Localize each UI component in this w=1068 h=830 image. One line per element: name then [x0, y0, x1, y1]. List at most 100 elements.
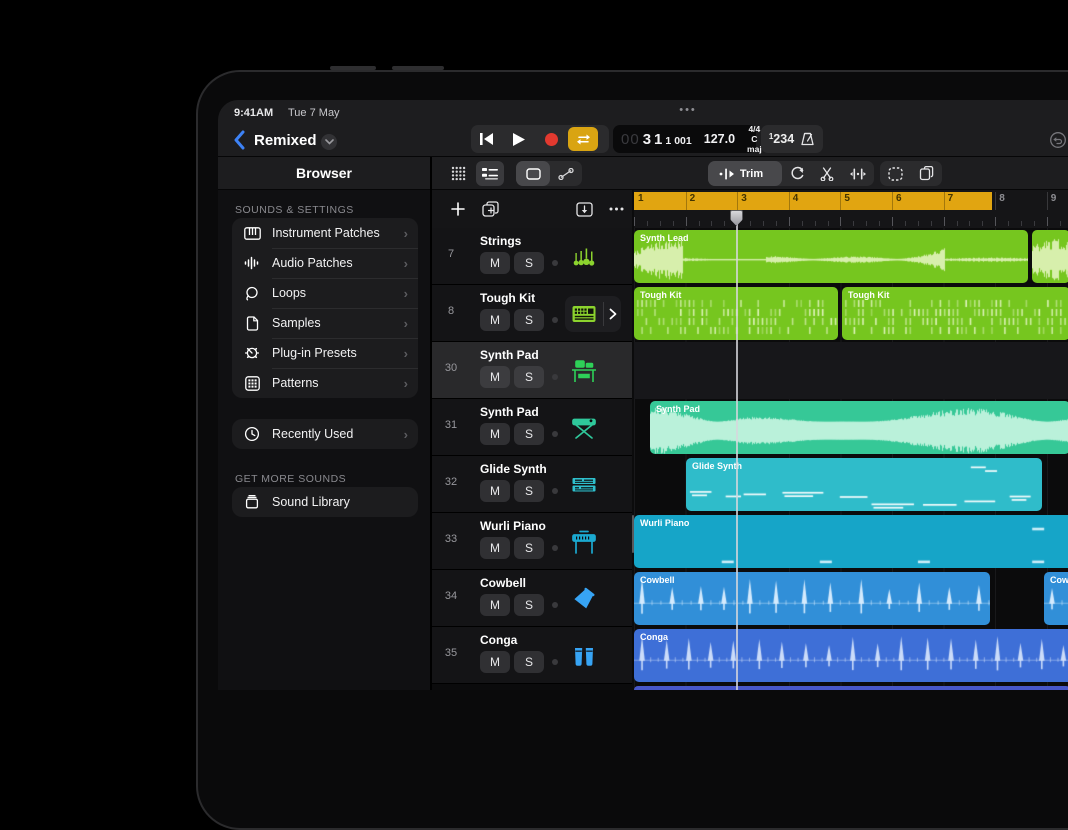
sidebar-item-sound-library[interactable]: Sound Library — [232, 487, 418, 517]
chevron-right-icon: › — [404, 427, 408, 442]
paste-button[interactable] — [911, 161, 942, 186]
track-import-button[interactable] — [572, 198, 596, 220]
tracks-view-button[interactable] — [476, 161, 504, 186]
back-icon[interactable] — [232, 130, 248, 150]
sidebar-item-patterns[interactable]: Patterns › — [232, 368, 418, 398]
track-scrollbar[interactable] — [632, 515, 634, 553]
record-enable-dot[interactable] — [552, 260, 558, 266]
mute-button[interactable]: M — [480, 594, 510, 616]
trim-button[interactable]: Trim — [708, 161, 782, 186]
track-name: Synth Pad — [480, 348, 539, 362]
solo-button[interactable]: S — [514, 366, 544, 388]
ipad-screen: 9:41AM Tue 7 May ••• Remixed — [196, 70, 1068, 690]
stretch-button[interactable] — [842, 161, 874, 186]
bar-separator — [1047, 192, 1048, 210]
browser-sidebar: Browser SOUNDS & SETTINGS Instrument Pat… — [218, 157, 430, 690]
track-header-cowbell[interactable]: 34 Cowbell M S — [432, 570, 632, 627]
track-header-strings[interactable]: 7 Strings M S — [432, 228, 632, 285]
bar-number: 2 — [690, 193, 696, 204]
track-number: 32 — [432, 476, 470, 488]
loop-button[interactable] — [782, 161, 812, 186]
skip-to-start-icon — [480, 133, 494, 145]
mute-button[interactable]: M — [480, 366, 510, 388]
mute-button[interactable]: M — [480, 480, 510, 502]
record-enable-dot[interactable] — [552, 488, 558, 494]
play-button[interactable] — [503, 125, 535, 153]
cycle-button[interactable] — [568, 127, 598, 151]
grid-view-button[interactable] — [444, 161, 472, 186]
region-tough-kit-2[interactable]: Tough Kit — [842, 287, 1068, 340]
chevron-down-icon — [325, 139, 334, 145]
next-track-region-partial — [634, 686, 1068, 690]
automation-tool-button[interactable] — [550, 161, 582, 186]
multitask-indicator[interactable]: ••• — [668, 104, 708, 116]
background: 9:41AM Tue 7 May ••• Remixed — [0, 0, 1068, 690]
record-enable-dot[interactable] — [552, 317, 558, 323]
track-header-wurli-piano[interactable]: 33 Wurli Piano M S — [432, 513, 632, 570]
track-header-conga[interactable]: 35 Conga M S — [432, 627, 632, 684]
region-cowbell-2[interactable]: Cowbell — [1044, 572, 1068, 625]
chevron-right-icon: › — [404, 376, 408, 391]
bar-number: 6 — [896, 193, 902, 204]
solo-button[interactable]: S — [514, 651, 544, 673]
track-header-glide-synth[interactable]: 32 Glide Synth M S — [432, 456, 632, 513]
record-button[interactable] — [535, 125, 567, 153]
go-to-beginning-button[interactable] — [471, 125, 503, 153]
sidebar-item-samples[interactable]: Samples › — [232, 308, 418, 338]
region-synth-lead-2[interactable] — [1032, 230, 1068, 283]
track-header-synth-pad-31[interactable]: 31 Synth Pad M S — [432, 399, 632, 456]
time-signature: 4/4 — [747, 124, 762, 134]
cycle-range[interactable] — [634, 192, 992, 210]
mute-button[interactable]: M — [480, 537, 510, 559]
region-glide-synth[interactable]: Glide Synth — [686, 458, 1042, 511]
mute-button[interactable]: M — [480, 252, 510, 274]
split-button[interactable] — [812, 161, 842, 186]
record-enable-dot[interactable] — [552, 659, 558, 665]
bar-ruler[interactable]: 123456789 — [634, 190, 1068, 228]
sidebar-item-recently-used[interactable]: Recently Used › — [232, 419, 418, 449]
multi-select-button[interactable] — [880, 161, 911, 186]
playhead[interactable] — [736, 210, 738, 690]
bar-number: 1 — [638, 193, 644, 204]
sidebar-item-plugin-presets[interactable]: Plug-in Presets › — [232, 338, 418, 368]
solo-button[interactable]: S — [514, 537, 544, 559]
selected-track-lane — [634, 342, 1068, 399]
solo-button[interactable]: S — [514, 309, 544, 331]
sidebar-item-instrument-patches[interactable]: Instrument Patches › — [232, 218, 418, 248]
project-menu-button[interactable] — [321, 134, 337, 150]
count-in-button[interactable]: 234 — [773, 132, 794, 146]
expand-track-button[interactable] — [604, 308, 621, 320]
sidebar-item-loops[interactable]: Loops › — [232, 278, 418, 308]
solo-button[interactable]: S — [514, 594, 544, 616]
solo-button[interactable]: S — [514, 480, 544, 502]
count-in-button[interactable]: 1 — [769, 132, 773, 141]
arrange-area: Trim — [430, 157, 1068, 690]
region-conga[interactable]: Conga — [634, 629, 1068, 682]
track-header-synth-pad-30[interactable]: 30 Synth Pad M S — [432, 342, 632, 399]
mute-button[interactable]: M — [480, 651, 510, 673]
record-enable-dot[interactable] — [552, 602, 558, 608]
project-title[interactable]: Remixed — [254, 132, 317, 149]
marquee-tool-button[interactable] — [516, 161, 550, 186]
metronome-icon[interactable] — [800, 132, 815, 146]
region-wurli-piano[interactable]: Wurli Piano — [634, 515, 1068, 568]
track-number: 31 — [432, 419, 470, 431]
mute-button[interactable]: M — [480, 309, 510, 331]
region-cowbell-1[interactable]: Cowbell — [634, 572, 990, 625]
add-track-button[interactable] — [446, 198, 470, 220]
region-synth-pad[interactable]: Synth Pad — [650, 401, 1068, 454]
sidebar-item-audio-patches[interactable]: Audio Patches › — [232, 248, 418, 278]
lcd-display[interactable]: 00 3 1 1 001 127.0 4/4 C maj — [613, 125, 756, 153]
duplicate-track-button[interactable] — [478, 198, 502, 220]
region-synth-lead[interactable]: Synth Lead — [634, 230, 1028, 283]
track-header-tough-kit[interactable]: 8 Tough Kit M S — [432, 285, 632, 342]
solo-button[interactable]: S — [514, 252, 544, 274]
solo-button[interactable]: S — [514, 423, 544, 445]
track-name: Conga — [480, 633, 517, 647]
mute-button[interactable]: M — [480, 423, 510, 445]
undo-icon[interactable] — [1049, 131, 1067, 149]
record-enable-dot[interactable] — [552, 545, 558, 551]
more-options-button[interactable] — [604, 198, 628, 220]
record-enable-dot[interactable] — [552, 431, 558, 437]
record-enable-dot[interactable] — [552, 374, 558, 380]
